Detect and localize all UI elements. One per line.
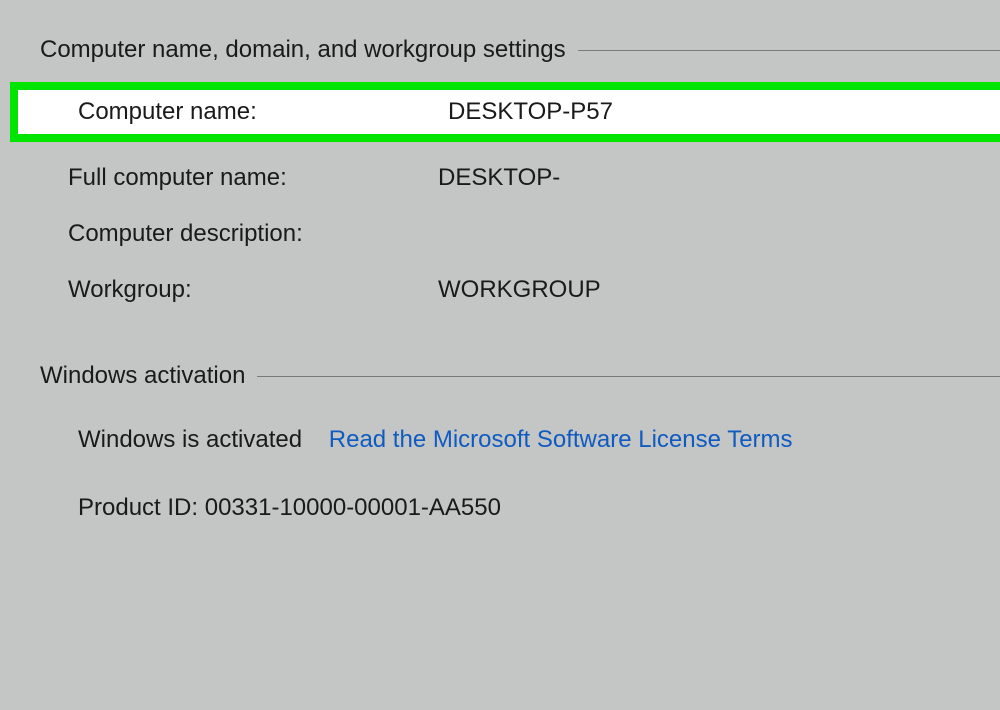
product-id-value: 00331-10000-00001-AA550 — [205, 494, 501, 521]
label-full-computer-name: Full computer name: — [0, 164, 438, 192]
product-id-label: Product ID: — [78, 494, 198, 521]
label-workgroup: Workgroup: — [0, 276, 438, 304]
activation-status-text: Windows is activated — [78, 426, 302, 453]
value-full-computer-name: DESKTOP- — [438, 164, 1000, 192]
product-id-line: Product ID: 00331-10000-00001-AA550 — [78, 494, 1000, 522]
label-computer-description: Computer description: — [0, 220, 438, 248]
license-terms-link[interactable]: Read the Microsoft Software License Term… — [329, 426, 793, 453]
section-header-computer: Computer name, domain, and workgroup set… — [0, 36, 1000, 64]
row-full-computer-name: Full computer name: DESKTOP- — [0, 150, 1000, 206]
row-computer-description: Computer description: — [0, 206, 1000, 262]
activation-status-line: Windows is activated Read the Microsoft … — [78, 426, 1000, 454]
section-header-activation: Windows activation — [0, 362, 1000, 390]
value-workgroup: WORKGROUP — [438, 276, 1000, 304]
section-title-activation: Windows activation — [40, 362, 245, 390]
label-computer-name: Computer name: — [18, 98, 448, 126]
value-computer-description — [438, 220, 1000, 248]
row-workgroup: Workgroup: WORKGROUP — [0, 262, 1000, 318]
divider — [578, 50, 1000, 51]
section-title-computer: Computer name, domain, and workgroup set… — [40, 36, 566, 64]
highlighted-row: Computer name: DESKTOP-P57 — [10, 82, 1000, 142]
divider — [257, 376, 1000, 377]
value-computer-name: DESKTOP-P57 — [448, 98, 1000, 126]
row-computer-name: Computer name: DESKTOP-P57 — [18, 90, 1000, 134]
